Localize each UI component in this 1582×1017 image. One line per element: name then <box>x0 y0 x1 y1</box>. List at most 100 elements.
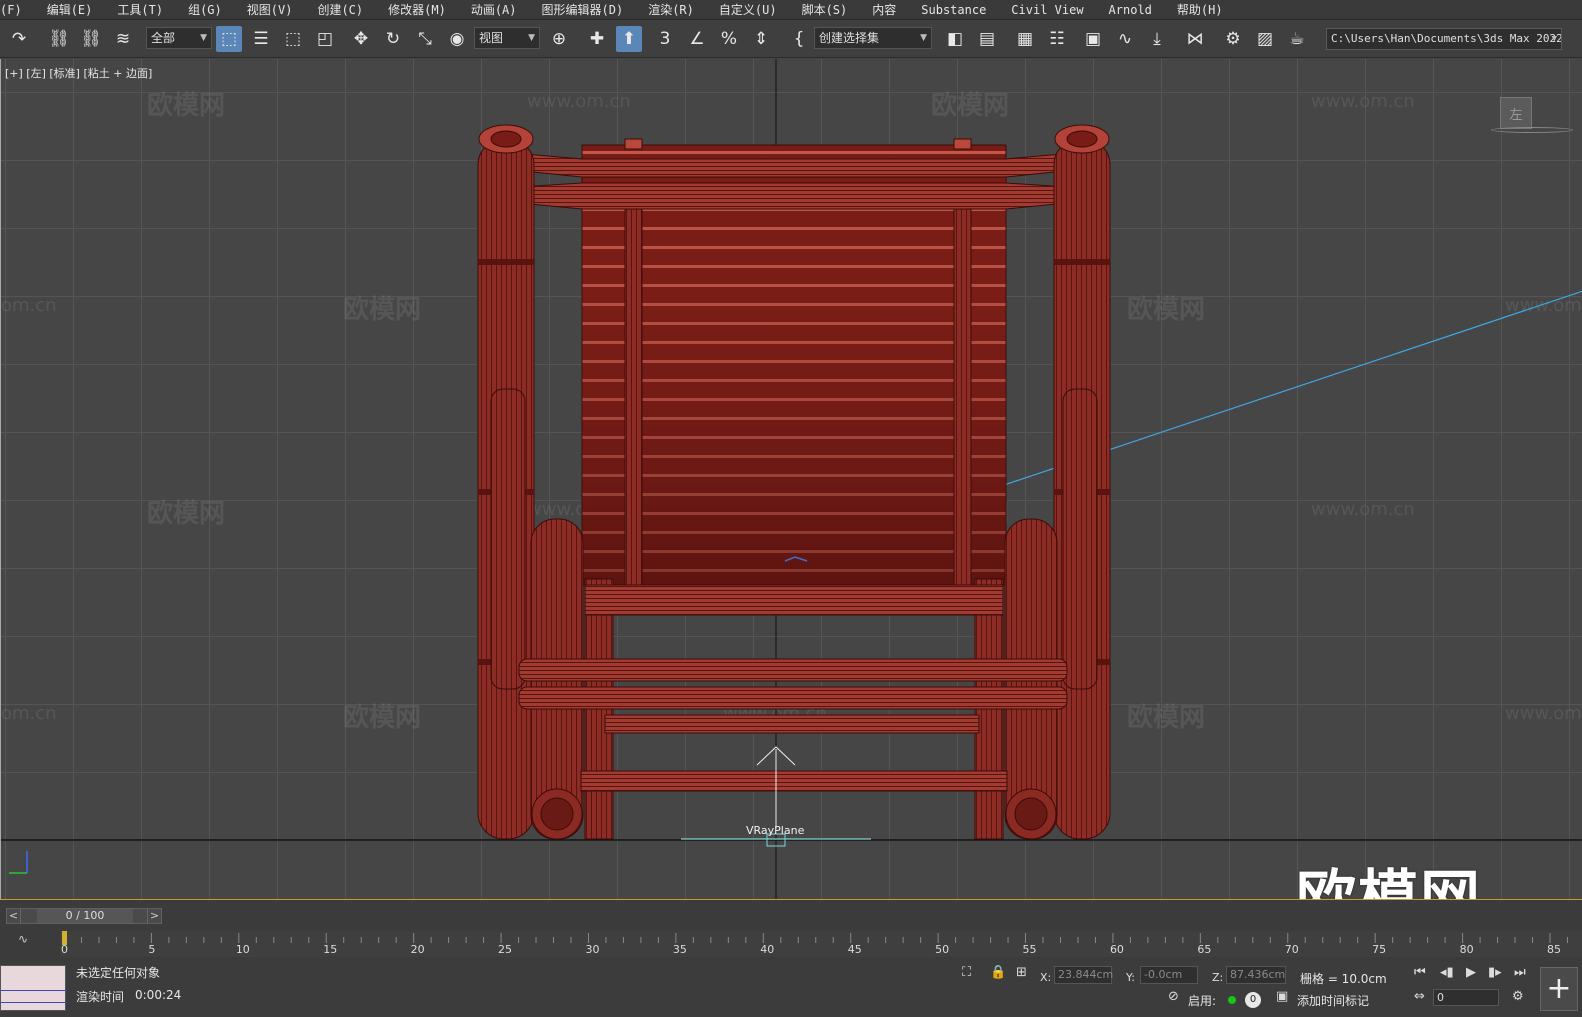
menu-item[interactable]: 图形编辑器(D) <box>530 0 637 20</box>
bind-space-warp-icon[interactable]: ≋ <box>110 26 136 52</box>
project-path-value: C:\Users\Han\Documents\3ds Max 2022 <box>1331 32 1562 45</box>
select-object-icon[interactable]: ⬚ <box>216 26 242 52</box>
track-bar[interactable] <box>60 931 1582 957</box>
chevron-down-icon: ▼ <box>1551 34 1557 44</box>
listener-line <box>1 1002 67 1003</box>
menu-item[interactable]: 脚本(S) <box>790 0 861 20</box>
menu-item[interactable]: 自定义(U) <box>707 0 790 20</box>
chevron-down-icon: ▼ <box>920 33 927 43</box>
view-cube[interactable]: 左 <box>1500 97 1532 129</box>
select-manipulate-icon[interactable]: ✚ <box>584 26 610 52</box>
menu-item[interactable]: Arnold <box>1097 0 1165 20</box>
menu-item[interactable]: 修改器(M) <box>376 0 459 20</box>
go-to-start-icon[interactable]: ⏮ <box>1414 965 1426 980</box>
rotate-icon[interactable]: ↻ <box>380 26 406 52</box>
x-coordinate-field[interactable]: 23.844cm <box>1054 966 1113 984</box>
scene-explorer-icon[interactable]: ▦ <box>1012 26 1038 52</box>
adaptive-degradation-icon[interactable]: ⊘ <box>1168 989 1179 1004</box>
go-to-end-icon[interactable]: ⏭ <box>1514 965 1526 980</box>
view-cube-compass[interactable] <box>1491 127 1573 133</box>
snap-label: 3 <box>659 29 671 49</box>
enable-label: 启用: <box>1188 994 1217 1008</box>
reference-coord-value: 视图 <box>479 31 504 45</box>
align-icon[interactable]: ▤ <box>974 26 1000 52</box>
previous-frame-icon[interactable]: ◂▮ <box>1440 965 1454 980</box>
move-icon[interactable]: ✥ <box>348 26 374 52</box>
timeline-tick-label: 30 <box>585 943 600 956</box>
reference-coord-dropdown[interactable]: 视图 ▼ <box>474 27 540 49</box>
timeline-tick-label: 60 <box>1109 943 1124 956</box>
time-next-button[interactable]: > <box>147 909 161 923</box>
timeline-tick-label: 5 <box>148 943 156 956</box>
timeline-tick-label: 65 <box>1197 943 1212 956</box>
time-tag-icon[interactable]: ▣ <box>1276 989 1288 1004</box>
play-icon[interactable]: ▶ <box>1466 965 1476 980</box>
window-crossing-icon[interactable]: ◰ <box>312 26 338 52</box>
keyboard-shortcut-override-icon[interactable]: ⬆ <box>616 26 642 52</box>
view-cube-face: 左 <box>1509 107 1523 123</box>
snap-toggle-icon[interactable]: 3 <box>652 26 678 52</box>
layer-explorer-icon[interactable]: ☷ <box>1044 26 1070 52</box>
link-icon[interactable]: ⛓ <box>46 26 72 52</box>
absolute-mode-icon[interactable]: ⊞ <box>1016 965 1027 980</box>
menu-item[interactable]: 动画(A) <box>459 0 530 20</box>
grid-size: 栅格 = 10.0cm <box>1300 972 1387 986</box>
mirror-icon[interactable]: ◧ <box>942 26 968 52</box>
timeline-tick-label: 25 <box>498 943 513 956</box>
scale-icon[interactable]: ⤡ <box>412 26 438 52</box>
project-path-dropdown[interactable]: C:\Users\Han\Documents\3ds Max 2022 ▼ <box>1326 28 1562 50</box>
menu-item[interactable]: 组(G) <box>176 0 235 20</box>
current-frame-field[interactable]: 0 <box>1433 989 1499 1006</box>
menu-item[interactable]: 工具(T) <box>105 0 176 20</box>
enable-count-badge[interactable]: 0 <box>1245 992 1261 1008</box>
redo-icon[interactable]: ↷ <box>6 26 32 52</box>
spinner-snap-icon[interactable]: ⇕ <box>748 26 774 52</box>
maxscript-mini-listener[interactable] <box>0 965 67 1011</box>
percent-snap-icon[interactable]: % <box>716 26 742 52</box>
z-coordinate-field[interactable]: 87.436cm <box>1226 966 1286 984</box>
add-time-tag[interactable]: 添加时间标记 <box>1297 992 1369 1009</box>
rendered-frame-window-icon[interactable]: ▨ <box>1252 26 1278 52</box>
menu-item[interactable]: Civil View <box>999 0 1096 20</box>
time-config-icon[interactable]: ⚙ <box>1512 989 1524 1004</box>
chevron-down-icon: ▼ <box>528 33 535 43</box>
curve-editor-icon[interactable]: ∿ <box>1112 26 1138 52</box>
brand-logo: 欧模网 <box>1296 864 1482 899</box>
time-prev-button[interactable]: < <box>7 909 21 923</box>
menu-item[interactable]: 视图(V) <box>235 0 306 20</box>
dope-sheet-icon[interactable]: ⤓ <box>1144 26 1170 52</box>
pivot-center-icon[interactable]: ⊕ <box>546 26 572 52</box>
placement-icon[interactable]: ◉ <box>444 26 470 52</box>
time-slider-value[interactable]: 0 / 100 <box>37 909 133 923</box>
angle-snap-icon[interactable]: ∠ <box>684 26 710 52</box>
named-selection-dropdown[interactable]: 创建选择集 ▼ <box>814 27 932 49</box>
menu-item[interactable]: 编辑(E) <box>35 0 106 20</box>
selection-filter-dropdown[interactable]: 全部 ▼ <box>146 27 212 49</box>
scene-canvas[interactable] <box>1 59 1582 899</box>
key-mode-icon[interactable]: ⇔ <box>1414 989 1425 1004</box>
render-setup-icon[interactable]: ⚙ <box>1220 26 1246 52</box>
menu-item[interactable]: 创建(C) <box>305 0 376 20</box>
menu-item[interactable]: 渲染(R) <box>636 0 707 20</box>
isolate-selection-icon[interactable]: ⛶ <box>962 965 971 980</box>
select-by-name-icon[interactable]: ☰ <box>248 26 274 52</box>
render-production-icon[interactable]: ☕ <box>1284 26 1310 52</box>
unlink-icon[interactable]: ⛓ <box>78 26 104 52</box>
rect-selection-icon[interactable]: ⬚ <box>280 26 306 52</box>
main-toolbar: ↷ ⛓ ⛓ ≋ 全部 ▼ ⬚ ☰ ⬚ ◰ ✥ ↻ ⤡ ◉ 视图 ▼ ⊕ ✚ ⬆ … <box>0 20 1582 58</box>
edit-named-selection-icon[interactable]: { <box>786 26 812 52</box>
menu-item[interactable]: (F) <box>0 0 35 20</box>
schematic-view-icon[interactable]: ⋈ <box>1182 26 1208 52</box>
menu-item[interactable]: 内容 <box>860 0 909 20</box>
create-plus-icon[interactable]: + <box>1540 967 1578 1011</box>
menu-item[interactable]: 帮助(H) <box>1165 0 1236 20</box>
curve-editor-mini-icon[interactable]: ∿ <box>18 932 28 946</box>
viewport-left[interactable]: [+] [左] [标准] [粘土 + 边面] 欧模网 www.om.cn 欧模网… <box>0 59 1582 899</box>
selection-lock-icon[interactable]: 🔒 <box>990 965 1006 980</box>
y-coordinate-field[interactable]: -0.0cm <box>1140 966 1198 984</box>
menu-item[interactable]: Substance <box>909 0 999 20</box>
time-slider[interactable]: < 0 / 100 > <box>6 908 162 924</box>
timeline-tick-label: 55 <box>1022 943 1037 956</box>
toggle-ribbon-icon[interactable]: ▣ <box>1080 26 1106 52</box>
next-frame-icon[interactable]: ▮▸ <box>1488 965 1502 980</box>
